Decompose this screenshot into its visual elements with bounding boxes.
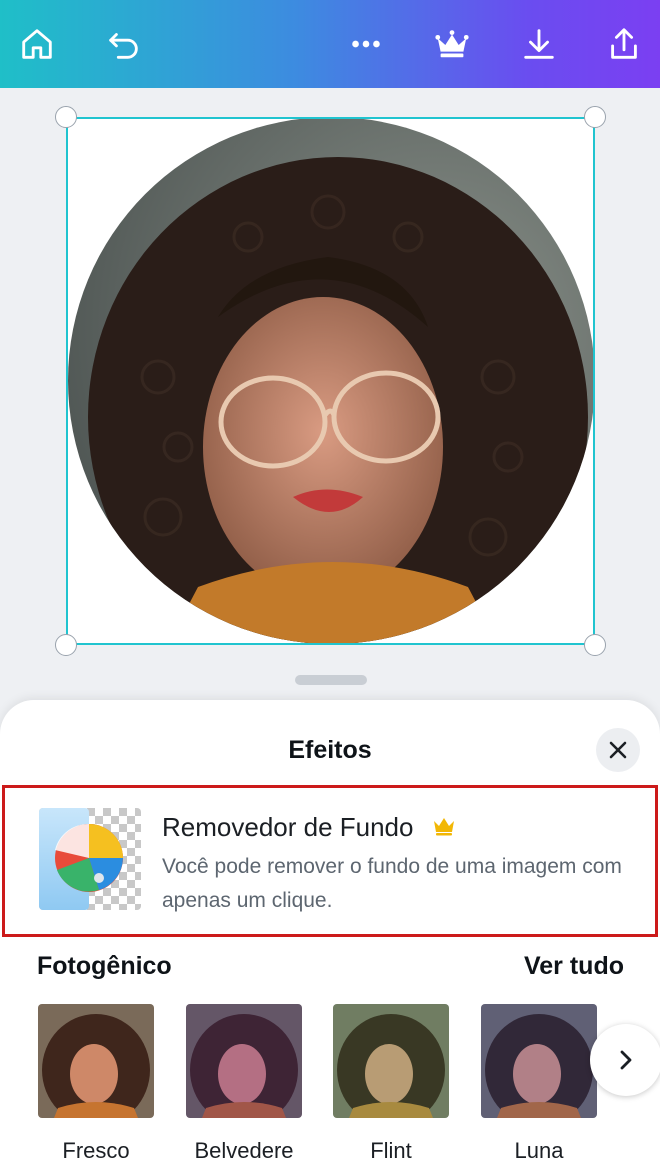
filter-thumbnail-luna[interactable] [481,1004,597,1118]
download-icon[interactable] [515,20,563,68]
chevron-right-icon [620,1050,632,1070]
resize-handle-bottom-left[interactable] [55,634,77,656]
filter-label: Luna [514,1138,564,1163]
selection-border [66,117,595,645]
filter-label: Belvedere [194,1138,294,1163]
more-icon[interactable] [342,20,390,68]
top-toolbar [0,0,660,88]
effect-description: Você pode remover o fundo de uma imagem … [162,855,622,912]
share-icon[interactable] [600,20,648,68]
filter-label: Fresco [62,1138,130,1163]
resize-handle-top-left[interactable] [55,106,77,128]
see-all-link[interactable]: Ver tudo [524,952,624,981]
close-icon [609,741,627,759]
background-remover-card[interactable]: Removedor de Fundo Você pode remover o f… [2,785,658,937]
resize-handle-top-right[interactable] [584,106,606,128]
crown-icon [433,816,455,841]
filter-thumbnail-fresco[interactable] [38,1004,154,1118]
filter-label: Flint [370,1138,412,1163]
home-icon[interactable] [13,20,61,68]
resize-handle-bottom-right[interactable] [584,634,606,656]
background-remover-thumbnail [39,808,141,910]
crown-icon[interactable] [428,20,476,68]
effect-name: Removedor de Fundo [162,812,414,842]
filter-thumbnail-belvedere[interactable] [186,1004,302,1118]
close-button[interactable] [596,728,640,772]
section-title: Fotogênico [37,952,172,980]
undo-icon[interactable] [100,20,148,68]
canvas-grip[interactable] [295,675,367,685]
filter-thumbnail-flint[interactable] [333,1004,449,1118]
scroll-next-button[interactable] [590,1024,660,1096]
panel-title: Efeitos [288,736,372,764]
